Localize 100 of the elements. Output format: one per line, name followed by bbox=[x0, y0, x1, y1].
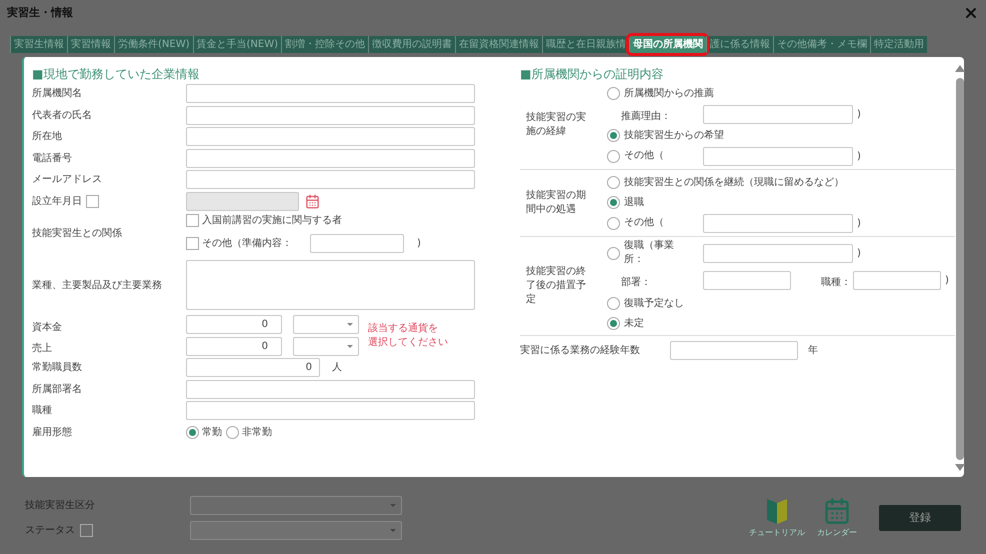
dropdown-arrow-icon bbox=[347, 344, 353, 348]
closing-paren: ) bbox=[417, 237, 421, 251]
option-label: その他（ bbox=[624, 149, 665, 163]
field-label: 業種、主要製品及び主要業務 bbox=[32, 278, 162, 292]
number-field[interactable]: 0 bbox=[186, 358, 320, 378]
field-label: 技能実習生区分 bbox=[25, 498, 96, 513]
checkbox[interactable] bbox=[186, 237, 199, 250]
text-field[interactable] bbox=[853, 270, 941, 290]
tab[interactable]: 実習情報 bbox=[67, 36, 114, 53]
tutorial-button[interactable]: チュートリアル bbox=[749, 497, 805, 539]
field-label: 実習に係る業務の経験年数 bbox=[520, 344, 641, 358]
radio-button[interactable] bbox=[607, 128, 620, 142]
option-label: 所属機関からの推薦 bbox=[624, 86, 714, 100]
tab[interactable]: 割増・控除その他 bbox=[281, 36, 368, 53]
field-label: 電話番号 bbox=[32, 152, 72, 166]
text-field[interactable] bbox=[703, 146, 853, 166]
text-field[interactable] bbox=[186, 148, 475, 168]
radio-button[interactable] bbox=[607, 216, 620, 230]
calendar-icon[interactable] bbox=[305, 194, 320, 209]
option-label: 復職（事業所： bbox=[624, 239, 675, 267]
register-button[interactable]: 登録 bbox=[879, 505, 961, 531]
close-icon[interactable] bbox=[963, 5, 979, 21]
option-label: 常勤 bbox=[202, 426, 222, 440]
text-field[interactable] bbox=[186, 170, 475, 190]
option-label: 退職 bbox=[624, 196, 644, 210]
radio-button[interactable] bbox=[607, 86, 620, 100]
text-field[interactable] bbox=[186, 127, 475, 146]
option-label: 技能実習生との関係を継続（現職に留めるなど） bbox=[624, 176, 844, 190]
field-label: 入国前講習の実施に関与する者 bbox=[202, 214, 342, 228]
category-dropdown[interactable] bbox=[190, 496, 402, 515]
tab[interactable]: 実習生情報 bbox=[10, 36, 67, 53]
text-field[interactable] bbox=[703, 214, 853, 232]
unit-label: 人 bbox=[332, 361, 342, 376]
closing-paren: ) bbox=[857, 150, 861, 164]
field-label: 設立年月日 bbox=[32, 194, 82, 209]
field-label: ステータス bbox=[25, 524, 75, 538]
text-field[interactable] bbox=[703, 104, 853, 124]
currency-dropdown[interactable] bbox=[293, 336, 359, 356]
text-field[interactable] bbox=[703, 244, 853, 262]
closing-paren: ) bbox=[945, 274, 949, 288]
text-field[interactable] bbox=[186, 380, 475, 399]
text-field[interactable] bbox=[186, 106, 475, 125]
tab[interactable]: 徴収費用の説明書 bbox=[368, 36, 455, 53]
group-label: 技能実習の実施の経緯 bbox=[526, 111, 587, 139]
radio-button[interactable] bbox=[607, 296, 620, 310]
radio-button[interactable] bbox=[607, 176, 620, 188]
tab[interactable]: 護に係る情報 bbox=[706, 36, 773, 53]
field-label: 所在地 bbox=[32, 130, 62, 144]
radio-button[interactable] bbox=[607, 246, 620, 260]
text-area[interactable] bbox=[186, 260, 475, 310]
radio-button[interactable] bbox=[607, 316, 620, 330]
tab[interactable]: 母国の所属機関 bbox=[629, 36, 706, 53]
closing-paren: ) bbox=[857, 246, 861, 260]
number-field[interactable]: 0 bbox=[186, 315, 282, 334]
option-label: 技能実習生からの希望 bbox=[624, 128, 724, 142]
field-label: その他（準備内容： bbox=[202, 236, 293, 251]
radio-button[interactable] bbox=[607, 150, 620, 162]
scrollbar[interactable] bbox=[955, 65, 965, 471]
tab[interactable]: 在留資格関連情報 bbox=[455, 36, 542, 53]
field-label: 部署： bbox=[621, 277, 651, 288]
field-label: 職種： bbox=[821, 277, 851, 288]
field-label: メールアドレス bbox=[32, 173, 102, 188]
calendar-icon bbox=[823, 497, 851, 525]
dropdown-arrow-icon bbox=[390, 529, 396, 532]
closing-paren: ) bbox=[857, 216, 861, 230]
field-label: 技能実習生との関係 bbox=[32, 226, 122, 240]
unit-label: 年 bbox=[808, 344, 818, 358]
text-field[interactable] bbox=[670, 340, 798, 360]
number-field[interactable]: 0 bbox=[186, 336, 282, 356]
text-field[interactable] bbox=[186, 84, 475, 104]
section-heading: ■所属機関からの証明内容 bbox=[520, 66, 664, 81]
checkbox[interactable] bbox=[80, 524, 93, 537]
text-field[interactable] bbox=[703, 270, 791, 290]
text-field[interactable] bbox=[310, 234, 404, 253]
group-label: 技能実習の期間中の処遇 bbox=[526, 189, 587, 217]
option-label: 非常勤 bbox=[242, 426, 272, 440]
option-label: 復職予定なし bbox=[624, 296, 684, 310]
text-field[interactable] bbox=[186, 401, 475, 420]
tab[interactable]: 労働条件(NEW) bbox=[114, 36, 192, 53]
status-dropdown[interactable] bbox=[190, 521, 402, 540]
section-heading: ■現地で勤務していた企業情報 bbox=[32, 66, 200, 83]
radio-button[interactable] bbox=[186, 426, 199, 439]
radio-button[interactable] bbox=[607, 196, 620, 208]
radio-button[interactable] bbox=[226, 426, 239, 439]
field-label: 職種 bbox=[32, 404, 52, 418]
field-label: 売上 bbox=[32, 343, 52, 354]
closing-paren: ) bbox=[857, 108, 861, 122]
calendar-button[interactable]: カレンダー bbox=[817, 497, 857, 539]
tab[interactable]: 賃金と手当(NEW) bbox=[192, 36, 281, 53]
option-label: 未定 bbox=[624, 316, 644, 330]
field-label: 所属部署名 bbox=[32, 382, 82, 397]
leaf-mark-icon bbox=[766, 497, 788, 525]
tab[interactable]: その他備考・メモ欄 bbox=[773, 36, 870, 53]
tab[interactable]: 特定活動用 bbox=[870, 36, 927, 53]
checkbox[interactable] bbox=[86, 194, 99, 208]
checkbox[interactable] bbox=[186, 214, 199, 227]
currency-dropdown[interactable] bbox=[293, 315, 359, 334]
option-label: その他（ bbox=[624, 216, 665, 230]
field-label: 推薦理由： bbox=[621, 111, 671, 122]
currency-hint: 該当する通貨を 選択してください bbox=[368, 322, 448, 350]
